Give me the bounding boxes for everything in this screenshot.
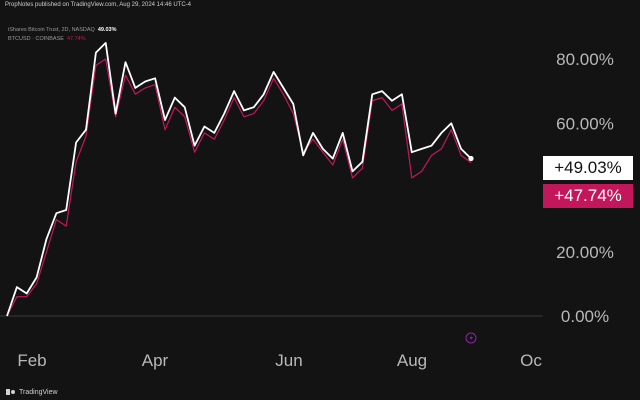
btcusd-last-value-badge: +47.74% xyxy=(543,184,633,208)
y-tick-label: 80.00% xyxy=(556,50,614,69)
y-tick-label: 60.00% xyxy=(556,114,614,133)
tradingview-logo[interactable]: TradingView xyxy=(6,389,58,396)
footer-bar: TradingView xyxy=(0,384,640,400)
x-tick-label: Feb xyxy=(17,351,46,370)
btcusd-line xyxy=(6,58,472,317)
legend-row-btcusd[interactable]: BTCUSD · COINBASE 47.74% xyxy=(8,35,116,44)
ibit-last-point xyxy=(468,155,474,162)
x-tick-label: Apr xyxy=(142,351,169,370)
footer-brand: TradingView xyxy=(19,388,58,396)
x-tick-label: Oc xyxy=(520,351,542,370)
x-axis: Feb Apr Jun Aug Oc xyxy=(17,351,542,370)
lightning-icon[interactable] xyxy=(465,332,477,344)
x-tick-label: Aug xyxy=(397,351,427,370)
legend-btcusd-label: BTCUSD · COINBASE xyxy=(8,36,64,42)
legend-row-ibit[interactable]: iShares Bitcoin Trust, 2D, NASDAQ 49.03% xyxy=(8,26,116,35)
ibit-series xyxy=(6,42,474,317)
y-tick-label: 0.00% xyxy=(561,307,609,326)
chart-legend: iShares Bitcoin Trust, 2D, NASDAQ 49.03%… xyxy=(8,26,116,44)
ibit-last-value-badge: +49.03% xyxy=(543,156,633,180)
publisher-line: PropNotes published on TradingView.com, … xyxy=(5,2,192,8)
legend-ibit-label: iShares Bitcoin Trust, 2D, NASDAQ xyxy=(8,27,95,33)
ibit-line xyxy=(6,42,472,317)
y-tick-label: 20.00% xyxy=(556,243,614,262)
btcusd-series xyxy=(6,58,472,317)
x-tick-label: Jun xyxy=(275,351,302,370)
legend-ibit-value: 49.03% xyxy=(97,27,117,33)
legend-btcusd-value: 47.74% xyxy=(66,36,86,42)
tradingview-logo-icon xyxy=(6,389,16,395)
chart-panel: 80.00% 60.00% 20.00% 0.00% Feb Apr Jun Aug Oc i… xyxy=(0,10,640,384)
